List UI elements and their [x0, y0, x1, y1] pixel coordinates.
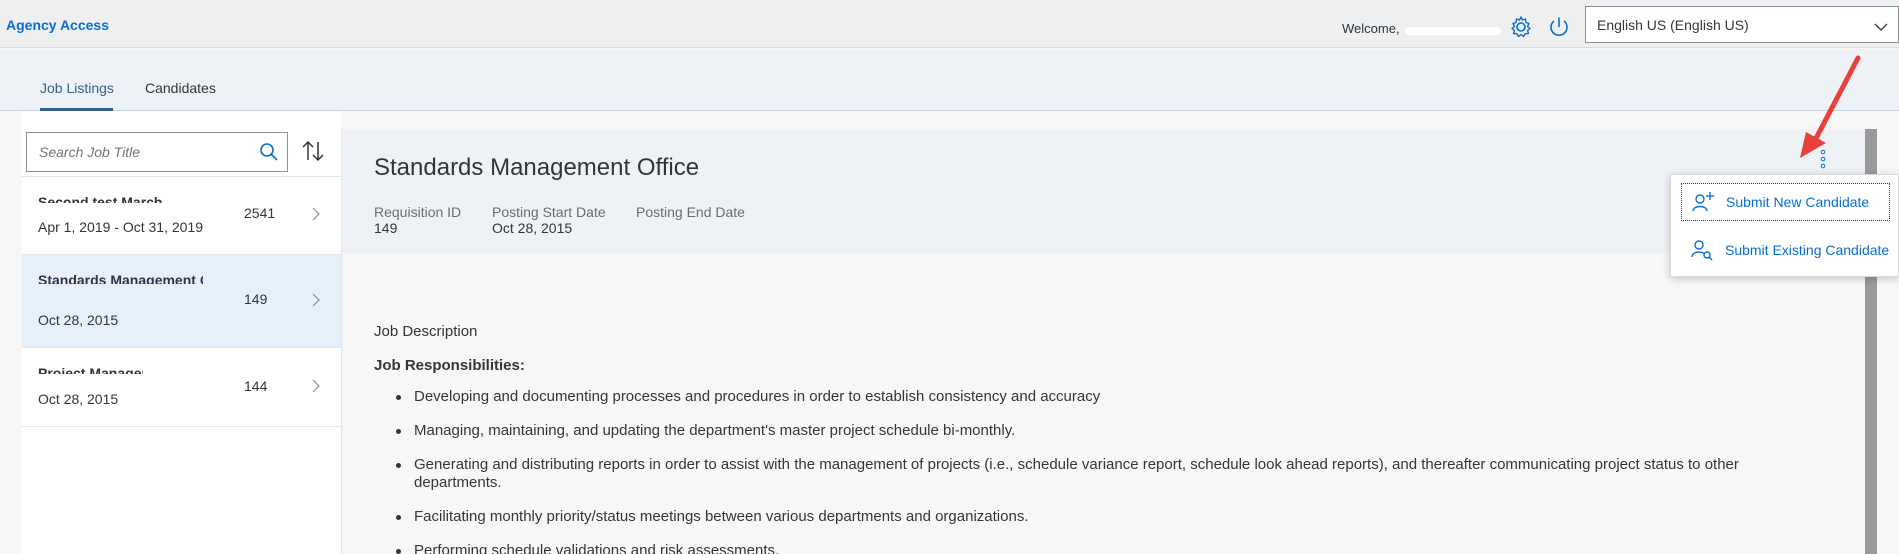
- search-person-icon: [1689, 237, 1715, 263]
- posting-end-attribute: Posting End Date: [636, 204, 745, 220]
- job-description-label: Job Description: [374, 323, 478, 340]
- job-title: Second test March: [38, 194, 163, 203]
- job-title: Project Manager: [38, 365, 143, 374]
- power-icon[interactable]: [1546, 14, 1572, 40]
- job-title: Standards Management Office: [38, 272, 203, 284]
- sort-icon[interactable]: [300, 138, 326, 167]
- add-person-icon: [1690, 189, 1716, 215]
- job-dates: Apr 1, 2019 - Oct 31, 2019: [38, 219, 203, 235]
- list-item: Managing, maintaining, and updating the …: [374, 422, 1794, 440]
- job-count: 149: [244, 291, 268, 307]
- job-list-item[interactable]: Project Manager Oct 28, 2015 144: [22, 348, 341, 427]
- search-icon[interactable]: [259, 142, 279, 165]
- submit-new-candidate-item[interactable]: Submit New Candidate: [1681, 183, 1890, 221]
- detail-title: Standards Management Office: [374, 154, 700, 181]
- search-field[interactable]: [26, 132, 288, 172]
- chevron-down-icon: [1874, 19, 1888, 35]
- list-item: Performing schedule validations and risk…: [374, 542, 1794, 554]
- requisition-label: Requisition ID: [374, 204, 462, 220]
- posting-start-value: Oct 28, 2015: [492, 220, 573, 236]
- tab-job-listings[interactable]: Job Listings: [40, 80, 114, 96]
- job-count: 2541: [244, 205, 276, 221]
- submit-new-candidate-label: Submit New Candidate: [1726, 194, 1870, 210]
- language-select[interactable]: English US (English US): [1585, 6, 1899, 43]
- detail-header: Standards Management Office Requisition …: [342, 129, 1865, 253]
- list-item: Generating and distributing reports in o…: [374, 456, 1794, 492]
- list-item: Facilitating monthly priority/status mee…: [374, 508, 1794, 526]
- chevron-right-icon: [312, 207, 320, 224]
- posting-start-label: Posting Start Date: [492, 204, 606, 220]
- more-options-icon[interactable]: [1820, 149, 1826, 172]
- submit-existing-candidate-label: Submit Existing Candidate: [1725, 242, 1890, 258]
- job-dates: Oct 28, 2015: [38, 391, 119, 407]
- gear-icon[interactable]: [1508, 14, 1534, 40]
- shell-bar: Agency Access Welcome, English US (Engli…: [0, 0, 1899, 48]
- responsibilities-list: Developing and documenting processes and…: [374, 388, 1794, 554]
- requisition-attribute: Requisition ID 149: [374, 204, 461, 236]
- tab-candidates[interactable]: Candidates: [145, 80, 216, 96]
- list-item: Developing and documenting processes and…: [374, 388, 1794, 406]
- job-list-item-selected[interactable]: Standards Management Office Oct 28, 2015…: [22, 255, 341, 348]
- tab-bar: Job Listings Candidates: [0, 49, 1899, 111]
- actions-menu: Submit New Candidate Submit Existing Can…: [1670, 174, 1899, 277]
- chevron-right-icon: [312, 293, 320, 310]
- redacted-username: [1405, 27, 1501, 35]
- job-count: 144: [244, 378, 268, 394]
- search-input[interactable]: [27, 133, 227, 171]
- responsibilities-label: Job Responsibilities:: [374, 357, 525, 374]
- submit-existing-candidate-item[interactable]: Submit Existing Candidate: [1681, 231, 1890, 269]
- posting-end-label: Posting End Date: [636, 204, 745, 220]
- app-title[interactable]: Agency Access: [6, 17, 109, 33]
- job-list-item[interactable]: Second test March Apr 1, 2019 - Oct 31, …: [22, 177, 341, 255]
- chevron-right-icon: [312, 379, 320, 396]
- posting-start-attribute: Posting Start Date Oct 28, 2015: [492, 204, 606, 236]
- welcome-text: Welcome,: [1342, 21, 1400, 36]
- job-dates: Oct 28, 2015: [38, 312, 119, 328]
- requisition-value: 149: [374, 220, 398, 236]
- language-select-value: English US (English US): [1597, 16, 1749, 33]
